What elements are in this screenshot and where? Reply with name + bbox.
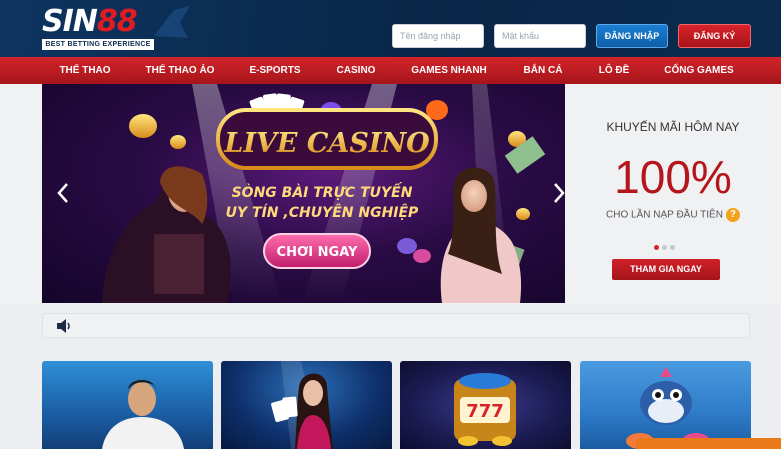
chevron-right-icon[interactable] xyxy=(552,182,565,204)
casino-dealer-image xyxy=(271,361,333,449)
help-icon[interactable]: ? xyxy=(725,208,740,222)
promo-subtitle: CHO LẦN NẠP ĐẦU TIÊN? xyxy=(565,208,781,222)
nav-item-sports[interactable]: THỂ THAO xyxy=(59,57,110,84)
main-nav: THỂ THAO THỂ THAO ẢO E-SPORTS CASINO GAM… xyxy=(0,57,781,84)
banner-artwork: LIVE CASINO SÒNG BÀI TRỰC TUYẾN UY TÍN ,… xyxy=(102,84,546,303)
slide-dot[interactable] xyxy=(670,245,675,250)
username-input[interactable] xyxy=(392,24,484,48)
join-now-button[interactable]: THAM GIA NGAY xyxy=(612,259,720,280)
logo-wordmark: SIN88 xyxy=(42,4,138,39)
password-input[interactable] xyxy=(494,24,586,48)
login-button[interactable]: ĐĂNG NHẬP xyxy=(596,24,668,48)
game-tile-sports[interactable] xyxy=(42,361,213,449)
svg-text:777: 777 xyxy=(466,401,504,422)
nav-item-esports[interactable]: E-SPORTS xyxy=(249,57,300,84)
banner-tagline-2: UY TÍN ,CHUYÊN NGHIỆP xyxy=(226,204,419,221)
banner-cta: CHƠI NGAY xyxy=(277,245,359,260)
promo-panel: KHUYẾN MÃI HÔM NAY 100% CHO LẦN NẠP ĐẦU … xyxy=(565,84,781,303)
hero-section: LIVE CASINO SÒNG BÀI TRỰC TUYẾN UY TÍN ,… xyxy=(0,84,781,304)
promo-title: KHUYẾN MÃI HÔM NAY xyxy=(606,120,740,134)
sin88-logo[interactable]: SIN88 BEST BETTING EXPERIENCE xyxy=(42,6,154,50)
logo-text-88: 88 xyxy=(96,4,138,39)
chevron-left-icon[interactable] xyxy=(56,182,70,204)
game-tile-casino[interactable] xyxy=(221,361,392,449)
logo-swoosh-icon xyxy=(154,6,190,38)
logo-text-sin: SIN xyxy=(42,4,98,39)
promo-amount: 100% xyxy=(614,151,732,203)
banner-tagline-1: SÒNG BÀI TRỰC TUYẾN xyxy=(232,182,413,201)
fishing-game-image xyxy=(626,367,710,449)
slide-indicators xyxy=(654,237,678,255)
slot-machine-image: 777 xyxy=(454,373,516,446)
floating-support-tab[interactable] xyxy=(636,438,781,449)
site-header: SIN88 BEST BETTING EXPERIENCE ĐĂNG NHẬP … xyxy=(0,0,781,57)
game-tile-fishing[interactable] xyxy=(580,361,751,449)
slide-dot[interactable] xyxy=(662,245,667,250)
game-tile-slots[interactable]: 777 xyxy=(400,361,571,449)
slide-dot[interactable] xyxy=(654,245,659,250)
announcement-bar xyxy=(42,313,750,338)
nav-item-virtual-sports[interactable]: THỂ THAO ẢO xyxy=(146,57,215,84)
nav-item-lottery[interactable]: LÔ ĐỀ xyxy=(599,57,630,84)
nav-item-quick-games[interactable]: GAMES NHANH xyxy=(411,57,487,84)
nav-item-game-portal[interactable]: CỔNG GAMES xyxy=(664,57,733,84)
nav-item-fishing[interactable]: BẮN CÁ xyxy=(524,57,563,84)
speaker-icon[interactable] xyxy=(56,319,72,333)
banner-headline: LIVE CASINO xyxy=(223,128,430,159)
logo-tagline: BEST BETTING EXPERIENCE xyxy=(42,39,154,50)
register-button[interactable]: ĐĂNG KÝ xyxy=(678,24,751,48)
sports-player-image xyxy=(102,380,184,449)
hero-banner[interactable]: LIVE CASINO SÒNG BÀI TRỰC TUYẾN UY TÍN ,… xyxy=(42,84,565,303)
coin-graphic xyxy=(129,114,157,138)
promo-subtitle-text: CHO LẦN NẠP ĐẦU TIÊN xyxy=(606,209,723,221)
nav-item-casino[interactable]: CASINO xyxy=(337,57,376,84)
